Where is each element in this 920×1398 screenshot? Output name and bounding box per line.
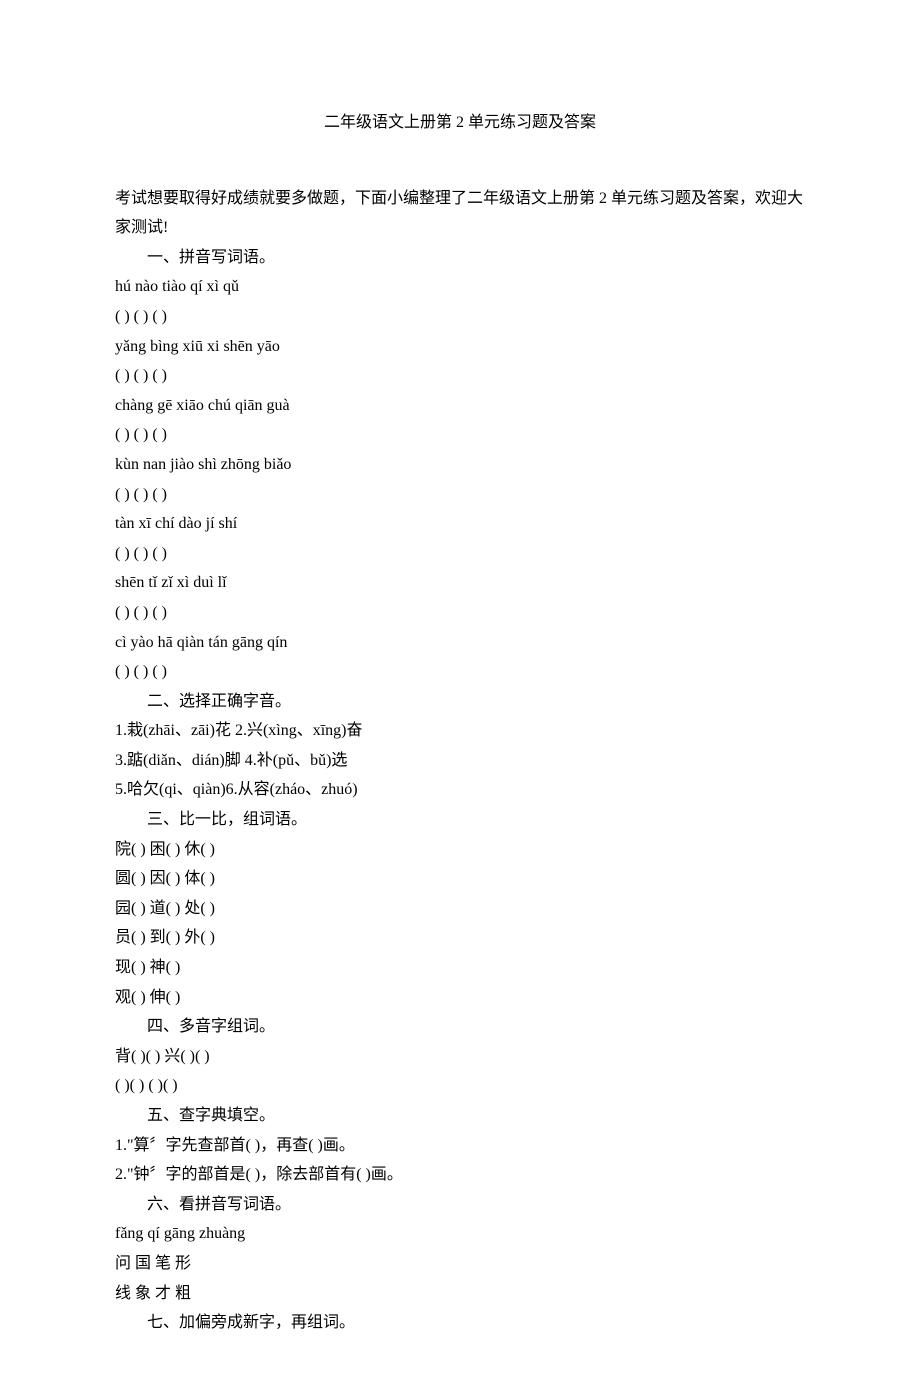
content-line: ( ) ( ) ( ) (115, 420, 805, 450)
section-heading: 三、比一比，组词语。 (115, 805, 805, 835)
content-line: ( ) ( ) ( ) (115, 480, 805, 510)
content-line: kùn nan jiào shì zhōng biǎo (115, 450, 805, 480)
content-line: 3.踮(diǎn、dián)脚 4.补(pǔ、bǔ)选 (115, 746, 805, 776)
content-line: cì yào hā qiàn tán gāng qín (115, 628, 805, 658)
section-heading: 四、多音字组词。 (115, 1012, 805, 1042)
section-heading: 一、拼音写词语。 (115, 243, 805, 273)
content-line: 1.栽(zhāi、zāi)花 2.兴(xìng、xīng)奋 (115, 716, 805, 746)
content-line: 问 国 笔 形 (115, 1249, 805, 1279)
content-line: shēn tǐ zǐ xì duì lǐ (115, 568, 805, 598)
content-line: 观( ) 伸( ) (115, 983, 805, 1013)
content-line: yǎng bìng xiū xi shēn yāo (115, 332, 805, 362)
content-line: ( ) ( ) ( ) (115, 361, 805, 391)
content-line: ( ) ( ) ( ) (115, 657, 805, 687)
content-line: ( )( ) ( )( ) (115, 1071, 805, 1101)
content-line: 2."钟〞字的部首是( )，除去部首有( )画。 (115, 1160, 805, 1190)
content-line: 5.哈欠(qi、qiàn)6.从容(zháo、zhuó) (115, 775, 805, 805)
page-title: 二年级语文上册第 2 单元练习题及答案 (115, 108, 805, 138)
content-line: ( ) ( ) ( ) (115, 598, 805, 628)
section-heading: 二、选择正确字音。 (115, 687, 805, 717)
sections-container: 一、拼音写词语。hú nào tiào qí xì qǔ( ) ( ) ( )y… (115, 243, 805, 1338)
content-line: fǎng qí gāng zhuàng (115, 1219, 805, 1249)
section-heading: 六、看拼音写词语。 (115, 1190, 805, 1220)
content-line: chàng gē xiāo chú qiān guà (115, 391, 805, 421)
content-line: 1."算〞字先查部首( )，再查( )画。 (115, 1131, 805, 1161)
content-line: 现( ) 神( ) (115, 953, 805, 983)
content-line: 院( ) 困( ) 休( ) (115, 835, 805, 865)
document-page: 二年级语文上册第 2 单元练习题及答案 考试想要取得好成绩就要多做题，下面小编整… (0, 0, 920, 1398)
section-heading: 五、查字典填空。 (115, 1101, 805, 1131)
content-line: 圆( ) 因( ) 体( ) (115, 864, 805, 894)
section-heading: 七、加偏旁成新字，再组词。 (115, 1308, 805, 1338)
content-line: 背( )( ) 兴( )( ) (115, 1042, 805, 1072)
content-line: 员( ) 到( ) 外( ) (115, 923, 805, 953)
content-line: 线 象 才 粗 (115, 1279, 805, 1309)
content-line: 园( ) 道( ) 处( ) (115, 894, 805, 924)
content-line: ( ) ( ) ( ) (115, 539, 805, 569)
content-line: tàn xī chí dào jí shí (115, 509, 805, 539)
intro-paragraph: 考试想要取得好成绩就要多做题，下面小编整理了二年级语文上册第 2 单元练习题及答… (115, 184, 805, 243)
content-line: ( ) ( ) ( ) (115, 302, 805, 332)
content-line: hú nào tiào qí xì qǔ (115, 272, 805, 302)
